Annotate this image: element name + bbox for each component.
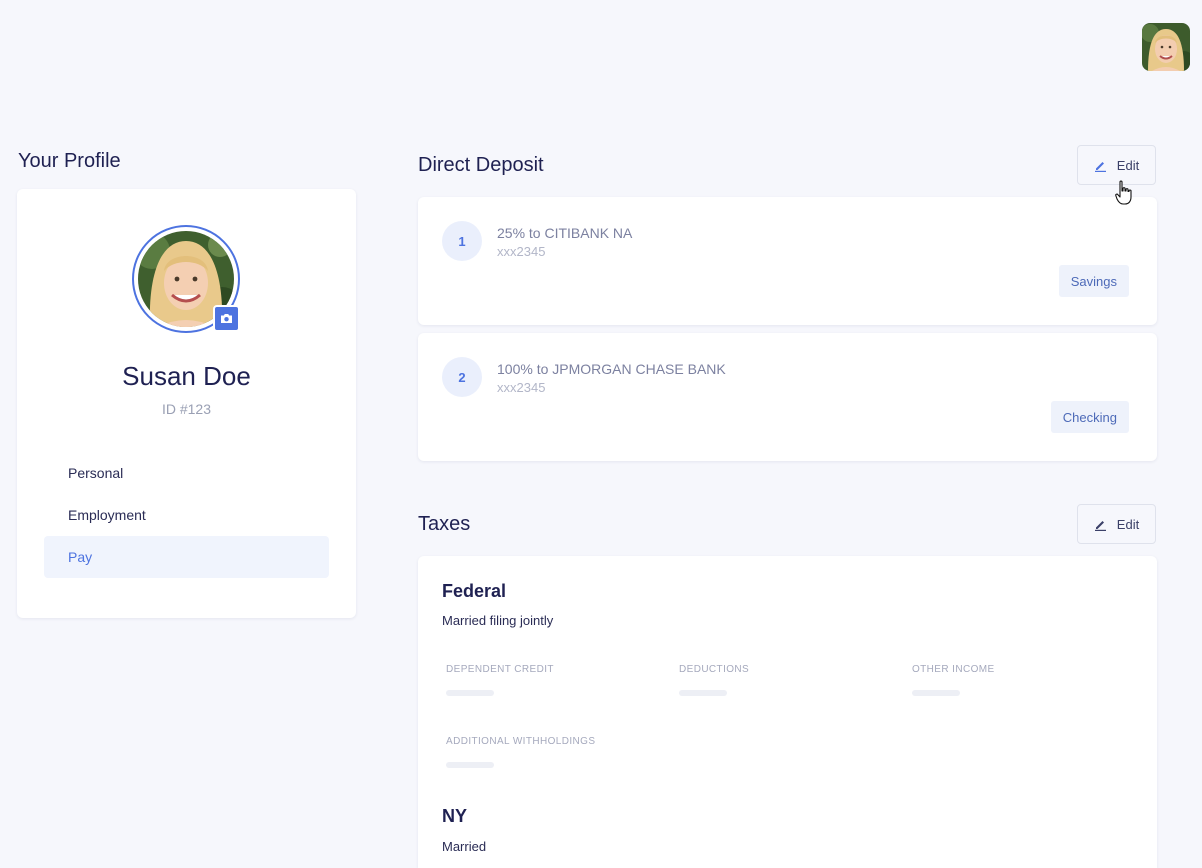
avatar-portrait-icon <box>1142 23 1190 71</box>
page: Your Profile Susan Doe ID #123 Personal … <box>0 0 1202 868</box>
state-filing-status: Married <box>442 839 487 854</box>
profile-name: Susan Doe <box>122 361 251 391</box>
nav-item-employment[interactable]: Employment <box>44 494 329 536</box>
user-avatar[interactable] <box>1142 23 1190 71</box>
account-type-badge: Checking <box>1050 401 1129 433</box>
deposit-order-badge: 1 <box>442 221 482 261</box>
deposit-allocation: 25% to CITIBANK NA <box>497 225 633 241</box>
camera-icon <box>221 314 232 323</box>
deductions-value-placeholder <box>679 690 727 696</box>
profile-section-title: Your Profile <box>18 150 121 172</box>
pencil-icon <box>1094 161 1106 172</box>
direct-deposit-title: Direct Deposit <box>418 154 544 176</box>
additional-withholdings-value-placeholder <box>446 762 494 768</box>
deposit-card-2: 2 100% to JPMORGAN CHASE BANK xxx2345 Ch… <box>418 333 1157 461</box>
state-heading: NY <box>442 806 468 826</box>
federal-heading: Federal <box>442 581 507 601</box>
federal-filing-status: Married filing jointly <box>442 613 554 628</box>
deposit-account-number: xxx2345 <box>497 380 546 395</box>
deductions-label: Deductions <box>679 664 750 675</box>
profile-nav: Personal Employment Pay <box>44 452 329 578</box>
taxes-edit-button[interactable]: Edit <box>1077 504 1156 544</box>
other-income-value-placeholder <box>912 690 960 696</box>
edit-label: Edit <box>1116 157 1140 173</box>
profile-id: ID #123 <box>161 401 212 417</box>
nav-item-personal[interactable]: Personal <box>44 452 329 494</box>
edit-label: Edit <box>1116 516 1140 532</box>
change-photo-button[interactable] <box>213 305 240 332</box>
deposit-allocation: 100% to JPMORGAN CHASE BANK <box>497 361 726 377</box>
other-income-label: Other income <box>912 664 995 675</box>
deposit-order-badge: 2 <box>442 357 482 397</box>
nav-item-pay[interactable]: Pay <box>44 536 329 578</box>
taxes-title: Taxes <box>418 513 471 535</box>
deposit-card-1: 1 25% to CITIBANK NA xxx2345 Savings <box>418 197 1157 325</box>
pencil-icon <box>1094 520 1106 531</box>
additional-withholdings-label: Additional withholdings <box>446 736 596 747</box>
account-type-badge: Savings <box>1058 265 1129 297</box>
direct-deposit-edit-button[interactable]: Edit <box>1077 145 1156 185</box>
hand-pointer-cursor-icon <box>1115 180 1132 205</box>
deposit-account-number: xxx2345 <box>497 244 546 259</box>
taxes-card: Federal Married filing jointly Dependent… <box>418 556 1157 868</box>
dependent-credit-value-placeholder <box>446 690 494 696</box>
dependent-credit-label: Dependent credit <box>446 664 554 675</box>
profile-card: Susan Doe ID #123 Personal Employment Pa… <box>17 189 356 618</box>
